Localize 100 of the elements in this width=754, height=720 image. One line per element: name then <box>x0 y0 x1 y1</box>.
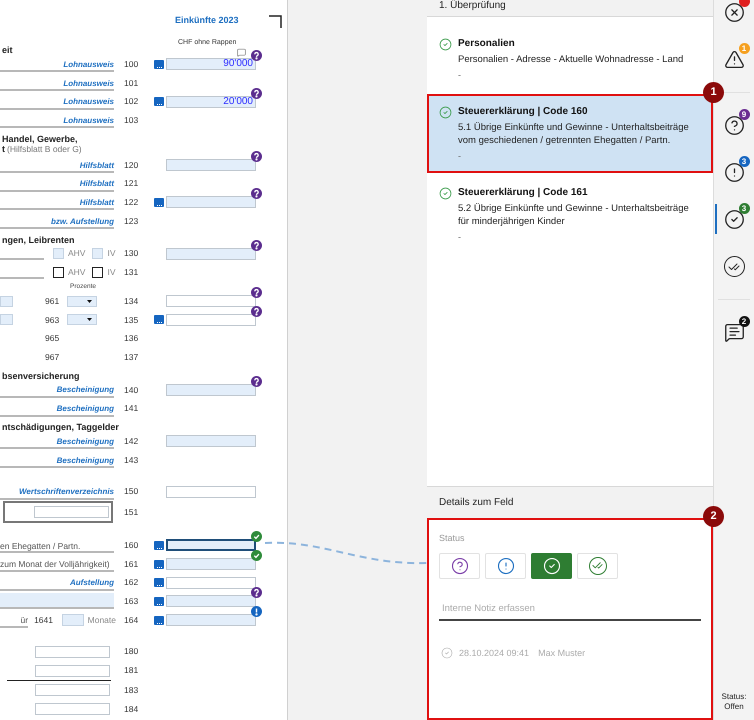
line-number: 164 <box>123 614 140 627</box>
document-link[interactable]: bzw. Aufstellung <box>51 216 114 228</box>
document-link[interactable]: Hilfsblatt <box>80 160 114 172</box>
item-title: Steuererklärung | Code 161 <box>458 186 589 199</box>
review-item[interactable]: Steuererklärung | Code 160 5.1 Übrige Einkünfte und Gewinne - Unterhaltsbeiträge vom geschiedenen / getrennten Ehegatten / Partn. - <box>427 94 713 173</box>
document-link[interactable]: Bescheinigung <box>56 384 114 396</box>
exclamation-circle-icon <box>496 556 514 574</box>
document-link[interactable]: Wertschriftenverzeichnis <box>19 486 114 498</box>
more-button[interactable] <box>154 578 164 588</box>
line-number: 123 <box>123 214 140 228</box>
comment-icon[interactable] <box>237 48 246 58</box>
sidebar-button[interactable]: 2 <box>714 309 754 356</box>
check-circle-icon <box>439 38 452 51</box>
line-number: 120 <box>123 158 140 172</box>
document-link[interactable]: Lohnausweis <box>63 58 114 71</box>
item-note: - <box>458 70 462 81</box>
sub-number: 965 <box>45 332 60 345</box>
history-timestamp: 28.10.2024 09:41 <box>459 646 530 660</box>
more-button[interactable] <box>154 540 164 550</box>
line-number: 134 <box>123 294 140 308</box>
count-badge: 3 <box>738 156 750 167</box>
line-number: 131 <box>123 266 140 279</box>
line-number: 142 <box>123 434 140 448</box>
document-link[interactable]: Lohnausweis <box>63 114 114 127</box>
checkbox-label: AHV <box>68 266 86 279</box>
more-button[interactable] <box>154 315 164 324</box>
document-link[interactable]: Lohnausweis <box>63 96 114 108</box>
input-field[interactable] <box>34 506 109 518</box>
document-link[interactable]: Hilfsblatt <box>80 196 114 209</box>
more-button[interactable] <box>154 198 164 207</box>
percent-field[interactable] <box>0 314 13 326</box>
line-number: 162 <box>123 576 140 590</box>
dropdown[interactable] <box>67 296 97 307</box>
section-note: (Hilfsblatt B oder G) <box>7 144 82 156</box>
line-label: zum Monat der Volljährigkeit) <box>0 558 110 571</box>
input-field[interactable] <box>35 702 110 715</box>
sub-number: 963 <box>45 314 60 326</box>
item-description: 5.2 Übrige Einkünfte und Gewinne - Unterhaltsbeiträge für minderjährigen Kinder <box>458 202 690 228</box>
sidebar-button[interactable]: 3 <box>714 196 754 243</box>
line-number: 160 <box>123 539 140 552</box>
months-field[interactable] <box>62 614 84 626</box>
count-badge: 1 <box>738 43 750 54</box>
document-link[interactable]: Lohnausweis <box>63 78 114 90</box>
section-title: 1. Überprüfung <box>439 0 506 11</box>
more-button[interactable] <box>154 616 164 625</box>
amount-field[interactable] <box>166 539 256 552</box>
line-number: 183 <box>123 684 140 697</box>
check-circle-icon <box>542 556 560 574</box>
percent-field[interactable] <box>0 296 13 307</box>
status-button[interactable] <box>531 552 572 578</box>
sub-number: 1641 <box>34 614 53 627</box>
line-number: 163 <box>123 595 140 608</box>
comment-icon <box>724 322 744 343</box>
line-number: 184 <box>123 702 140 716</box>
item-note: - <box>458 151 462 162</box>
line-label: ür <box>20 614 28 628</box>
section-heading: bsenversicherung <box>1 370 80 381</box>
input-field[interactable] <box>35 684 110 696</box>
item-description: 5.1 Übrige Einkünfte und Gewinne - Unterhaltsbeiträge vom geschiedenen / getrennten Ehegatten / Partn. <box>458 121 690 147</box>
section-heading: ngen, Leibrenten <box>1 234 75 244</box>
document-link[interactable]: Bescheinigung <box>56 454 114 467</box>
item-title: Steuererklärung | Code 160 <box>458 105 589 118</box>
more-button[interactable] <box>154 560 164 569</box>
line-number: 141 <box>123 402 140 416</box>
dropdown[interactable] <box>67 314 97 326</box>
count-badge: 2 <box>738 316 750 327</box>
checkbox[interactable] <box>53 267 64 278</box>
more-button[interactable] <box>154 97 164 106</box>
input-field[interactable] <box>0 593 114 610</box>
history-author: Max Muster <box>538 646 586 660</box>
amount-field[interactable]: 20'000 <box>166 96 256 108</box>
line-number: 151 <box>123 506 140 518</box>
line-number: 100 <box>123 58 140 71</box>
question-circle-icon <box>450 556 468 574</box>
sidebar-button[interactable]: 9 <box>714 102 754 149</box>
checkbox-label: IV <box>107 266 116 279</box>
input-field[interactable] <box>35 646 110 658</box>
check-circle-icon <box>439 106 452 119</box>
document-link[interactable]: Bescheinigung <box>56 436 114 448</box>
section-heading: t <box>2 144 5 156</box>
line-number: 140 <box>123 384 140 396</box>
document-link[interactable]: Aufstellung <box>70 577 114 590</box>
line-number: 135 <box>123 314 140 326</box>
caret-icon <box>87 300 92 303</box>
checkbox[interactable] <box>92 267 104 278</box>
section-heading: Handel, Gewerbe, <box>1 134 78 144</box>
sidebar-button[interactable]: 3 <box>714 149 754 196</box>
line-number: 180 <box>123 645 140 658</box>
line-number: 150 <box>123 485 140 498</box>
input-field[interactable] <box>35 664 110 677</box>
amount-field[interactable]: 90'000 <box>166 58 256 70</box>
corner-mark-icon <box>268 15 282 28</box>
line-number: 161 <box>123 558 140 570</box>
check-circle-icon <box>439 187 452 200</box>
more-button[interactable] <box>154 596 164 606</box>
checkbox-label: IV <box>107 247 116 260</box>
line-number: 137 <box>123 350 140 364</box>
more-button[interactable] <box>154 60 164 69</box>
document-link[interactable]: Bescheinigung <box>56 403 114 416</box>
document-link[interactable]: Hilfsblatt <box>80 178 114 190</box>
